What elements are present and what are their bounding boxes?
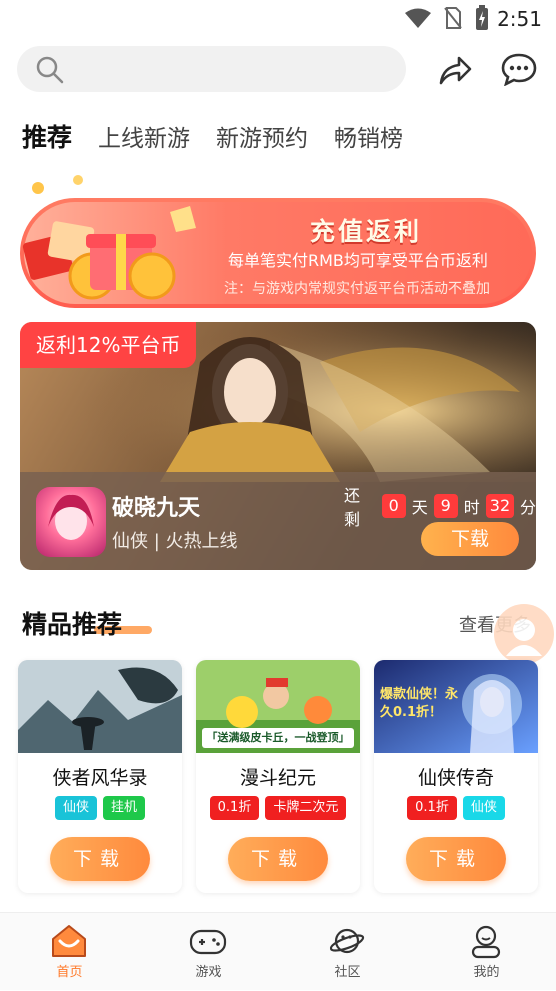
countdown-hours: 9 xyxy=(433,494,458,518)
search-icon xyxy=(36,56,64,84)
game-tags: 0.1折 卡牌二次元 xyxy=(196,796,360,820)
game-tag: 0.1折 xyxy=(407,796,457,820)
banner-title: 充值返利 xyxy=(310,217,423,246)
nav-home-label: 首页 xyxy=(56,965,83,980)
game-cover-caption: 「送满级皮卡丘，一战登顶」 xyxy=(206,731,350,744)
rebate-tag: 返利12%平台币 xyxy=(20,322,197,368)
game-card[interactable]: 「送满级皮卡丘，一战登顶」 漫斗纪元 0.1折 卡牌二次元 下载 xyxy=(196,660,360,893)
tab-bestsellers[interactable]: 畅销榜 xyxy=(334,119,403,153)
no-sim-icon xyxy=(444,7,462,29)
status-bar: 2:51 xyxy=(0,0,556,38)
countdown-minutes-unit: 分 xyxy=(519,498,536,517)
game-tags: 0.1折 仙侠 xyxy=(374,796,538,820)
download-button[interactable]: 下载 xyxy=(228,837,328,881)
game-cover-caption: 爆款仙侠！永久0.1折！ xyxy=(380,687,459,720)
customer-service-icon xyxy=(506,619,542,656)
tab-new-online[interactable]: 上线新游 xyxy=(98,119,190,153)
nav-games[interactable]: 游戏 xyxy=(139,913,278,991)
profile-icon xyxy=(471,925,501,959)
nav-profile-label: 我的 xyxy=(473,965,500,980)
battery-charging-icon xyxy=(476,5,488,30)
featured-game-meta: 仙侠 | 火热上线 xyxy=(112,531,238,552)
share-icon[interactable] xyxy=(437,53,473,87)
game-tag: 0.1折 xyxy=(209,796,260,820)
search-input[interactable] xyxy=(73,54,393,84)
download-button[interactable]: 下载 xyxy=(50,837,150,881)
game-cover-image xyxy=(18,660,182,753)
countdown-hours-unit: 时 xyxy=(463,498,480,517)
gamepad-icon xyxy=(189,929,227,955)
nav-home[interactable]: 首页 xyxy=(0,913,139,991)
status-icons xyxy=(404,5,490,30)
featured-download-button[interactable]: 下载 xyxy=(421,522,519,556)
game-tag: 卡牌二次元 xyxy=(265,796,347,820)
planet-icon xyxy=(329,928,365,954)
countdown-days: 0 xyxy=(381,494,406,518)
nav-games-label: 游戏 xyxy=(195,965,222,980)
download-button[interactable]: 下载 xyxy=(406,837,506,881)
message-icon[interactable] xyxy=(500,52,538,86)
bottom-nav: 首页 游戏 社区 我的 xyxy=(0,912,556,990)
status-time: 2:51 xyxy=(497,7,542,31)
game-tags: 仙侠 挂机 xyxy=(18,796,182,820)
tab-new-reservation[interactable]: 新游预约 xyxy=(216,119,308,153)
wifi-icon xyxy=(405,8,431,28)
home-icon xyxy=(52,925,86,957)
recharge-banner[interactable]: 充值返利 每单笔实付RMB均可享受平台币返利 注：与游戏内常规实付返平台币活动不… xyxy=(20,175,536,308)
banner-subtitle: 每单笔实付RMB均可享受平台币返利 xyxy=(228,251,488,270)
game-name: 仙侠传奇 xyxy=(417,767,494,789)
nav-community[interactable]: 社区 xyxy=(278,913,417,991)
game-card[interactable]: 爆款仙侠！永久0.1折！ 仙侠传奇 0.1折 仙侠 下载 xyxy=(374,660,538,893)
banner-note: 注：与游戏内常规实付返平台币活动不叠加 xyxy=(224,281,490,297)
nav-community-label: 社区 xyxy=(334,965,361,980)
search-bar[interactable] xyxy=(17,46,406,92)
game-name: 漫斗纪元 xyxy=(239,767,316,789)
countdown-prefix: 还剩 xyxy=(344,486,361,529)
countdown-minutes: 32 xyxy=(485,494,514,518)
nav-profile[interactable]: 我的 xyxy=(417,913,556,991)
countdown-days-unit: 天 xyxy=(411,498,428,517)
section-title: 精品推荐 xyxy=(22,610,123,639)
featured-game-name: 破晓九天 xyxy=(112,496,201,521)
category-tabs: 推荐 上线新游 新游预约 畅销榜 xyxy=(22,118,403,154)
tab-recommend[interactable]: 推荐 xyxy=(22,118,72,154)
featured-game-icon xyxy=(36,487,106,557)
game-name: 侠者风华录 xyxy=(52,767,148,789)
game-tag: 挂机 xyxy=(103,796,146,820)
game-tag: 仙侠 xyxy=(462,796,505,820)
game-tag: 仙侠 xyxy=(54,796,97,820)
featured-game-card[interactable]: 返利12%平台币 破晓九天 仙侠 | 火热上线 还剩 0 天 9 时 32 分 … xyxy=(20,322,536,570)
gift-box-icon xyxy=(22,175,196,300)
game-card[interactable]: 侠者风华录 仙侠 挂机 下载 xyxy=(18,660,182,893)
floating-assistant-button[interactable] xyxy=(494,604,554,664)
